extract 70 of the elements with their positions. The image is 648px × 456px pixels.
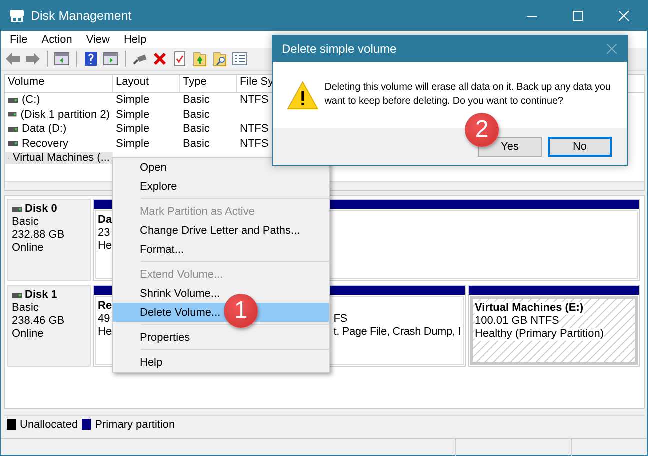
warning-icon: [287, 80, 319, 110]
menu-item[interactable]: Help: [113, 353, 329, 372]
partition-size: 49: [98, 313, 110, 326]
partition-status: He: [98, 240, 112, 253]
legend-label: Primary partition: [95, 418, 176, 430]
back-icon[interactable]: [5, 51, 21, 67]
menu-item[interactable]: View: [79, 34, 117, 46]
table-cell: Virtual Machines (...: [5, 152, 113, 164]
table-cell-text: NTFS: [239, 123, 270, 136]
panel-icon[interactable]: [103, 51, 119, 67]
table-cell: (C:): [5, 94, 113, 106]
dialog-title: Delete simple volume: [282, 42, 397, 56]
partition-name: Virtual Machines (E:): [475, 302, 584, 315]
partition-status: He: [98, 326, 112, 339]
menu-item[interactable]: Help: [116, 34, 154, 46]
disk-status: Online: [12, 242, 45, 255]
folder-up-icon[interactable]: [192, 51, 208, 67]
disk-name: Disk 0: [25, 203, 58, 216]
partition-size: 23: [98, 227, 110, 240]
help-icon[interactable]: [83, 51, 99, 67]
table-cell: (Disk 1 partition 2): [5, 108, 113, 121]
table-cell-text: Simple: [115, 123, 151, 136]
close-icon[interactable]: [607, 44, 617, 54]
menu-item[interactable]: Action: [34, 34, 80, 46]
menu-item[interactable]: Explore: [113, 177, 329, 196]
menu-item[interactable]: Format...: [113, 240, 329, 259]
menu-item[interactable]: File: [3, 34, 35, 46]
table-cell-text: NTFS: [239, 94, 270, 106]
table-cell: Recovery: [5, 138, 113, 150]
disk-type: Basic: [12, 302, 40, 315]
table-cell-text: Simple: [115, 138, 151, 150]
partition-status: Healthy (Primary Partition): [475, 328, 604, 341]
column-header[interactable]: Layout: [113, 75, 180, 92]
dialog-message: Deleting this volume will erase all data on it. Back up any data you want to keep before deleting. Do you want to continue?: [324, 81, 612, 109]
table-cell-text: Basic: [182, 138, 211, 150]
column-header[interactable]: Type: [180, 75, 237, 92]
table-cell-text: Basic: [182, 123, 211, 136]
table-cell-text: Simple: [115, 108, 151, 121]
menu-item[interactable]: Change Drive Letter and Paths...: [113, 221, 329, 240]
table-cell-text: Basic: [182, 94, 211, 106]
menu-item[interactable]: Properties: [113, 328, 329, 347]
disk-app-icon: [9, 9, 25, 23]
maximize-icon: [573, 11, 583, 21]
partition-size: FS: [334, 313, 348, 326]
window-title: Disk Management: [31, 9, 132, 23]
close-icon: [619, 11, 629, 21]
legend-label: Unallocated: [20, 418, 78, 430]
delete-icon[interactable]: [152, 51, 168, 67]
disk-status: Online: [12, 328, 45, 341]
partition-size: 100.01 GB NTFS: [475, 315, 560, 328]
partition[interactable]: Virtual Machines (E:) 100.01 GB NTFS Healthy (Primary Partition): [468, 285, 640, 367]
table-cell: Data (D:): [5, 123, 113, 136]
disk-size: 238.46 GB: [12, 315, 66, 328]
forward-icon[interactable]: [25, 51, 41, 67]
list-icon[interactable]: [232, 51, 248, 67]
table-cell-text: Simple: [115, 94, 151, 106]
console-icon[interactable]: [54, 51, 70, 67]
partition-name: Re: [98, 300, 112, 313]
table-cell-text: NTFS: [239, 138, 270, 150]
folder-search-icon[interactable]: [212, 51, 228, 67]
partition-status: t, Page File, Crash Dump, I: [334, 326, 461, 339]
table-cell-text: Basic: [182, 108, 211, 121]
disk-name: Disk 1: [25, 289, 58, 302]
dialog-button[interactable]: No: [548, 136, 612, 156]
checklist-icon[interactable]: [172, 51, 188, 67]
disk-size: 232.88 GB: [12, 229, 66, 242]
partition-name: Da: [98, 214, 112, 227]
column-header[interactable]: Volume: [5, 75, 113, 92]
disk-type: Basic: [12, 216, 40, 229]
menu-item[interactable]: Open: [113, 158, 329, 177]
